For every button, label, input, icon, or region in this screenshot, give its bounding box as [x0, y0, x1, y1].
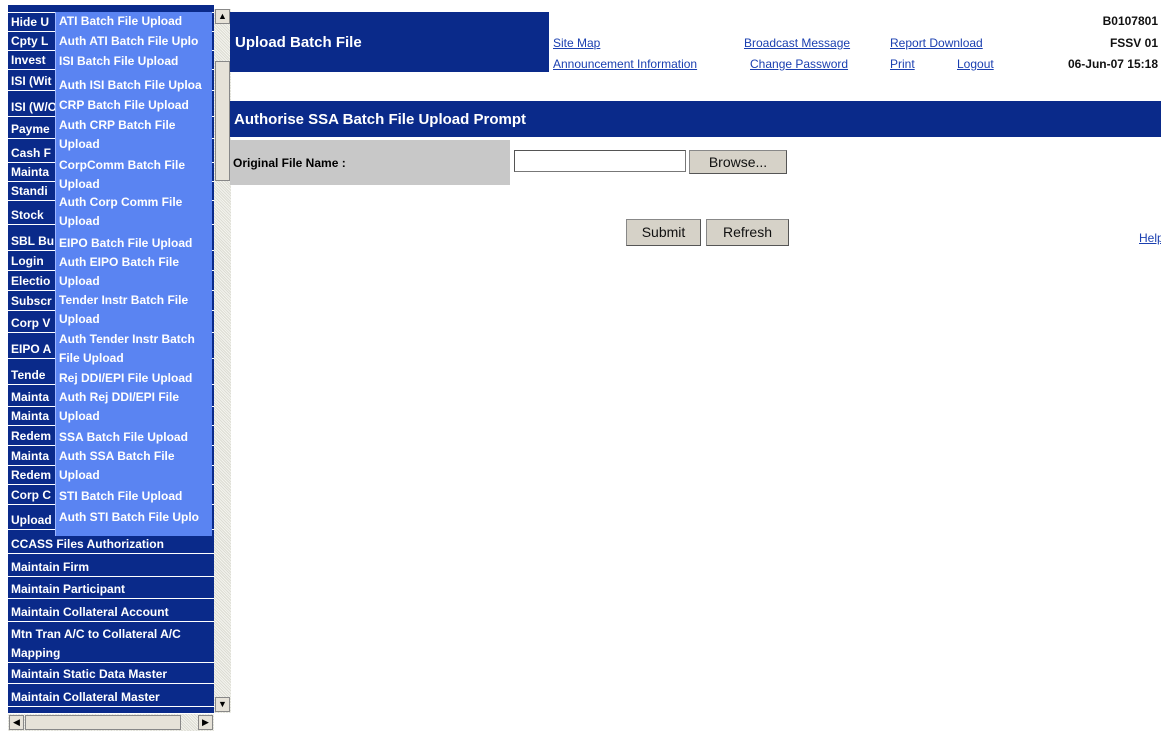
submenu-item-auth-ssa-batch-file-upload[interactable]: Auth SSA Batch File Upload — [59, 447, 212, 485]
submit-button[interactable]: Submit — [626, 219, 701, 246]
menu-item-maintain-collateral-account[interactable]: Maintain Collateral Account — [8, 603, 214, 622]
submenu-item-sti-batch-file-upload[interactable]: STI Batch File Upload — [59, 487, 212, 506]
print-link[interactable]: Print — [890, 57, 915, 71]
submenu-item-auth-eipo-batch-file-upload[interactable]: Auth EIPO Batch File Upload — [59, 253, 212, 291]
scroll-right-arrow-icon[interactable]: ▶ — [198, 715, 213, 730]
submenu-item-auth-tender-instr-batch-file-upload[interactable]: Auth Tender Instr Batch File Upload — [59, 330, 212, 368]
logout-link[interactable]: Logout — [957, 57, 994, 71]
menu-item-ccass-files-authorization[interactable]: CCASS Files Authorization — [8, 535, 214, 554]
left-navigation-frame: Hide U Cpty L Invest ISI (Wit ISI (W/O P… — [0, 0, 231, 733]
horizontal-scroll-thumb[interactable] — [25, 715, 181, 730]
date-time: 06-Jun-07 15:18 — [1067, 57, 1158, 71]
user-id: B0107801 — [1102, 14, 1158, 28]
section-banner: Authorise SSA Batch File Upload Prompt — [230, 101, 1161, 137]
file-name-label: Original File Name : — [233, 156, 346, 170]
submenu-item-corpcomm-batch-file-upload[interactable]: CorpComm Batch File Upload — [59, 156, 212, 194]
site-map-link[interactable]: Site Map — [553, 36, 600, 50]
menu-item-maintain-static-data-master[interactable]: Maintain Static Data Master — [8, 665, 214, 684]
menu-item-maintain-firm[interactable]: Maintain Firm — [8, 558, 214, 577]
scroll-up-arrow-icon[interactable]: ▲ — [215, 9, 230, 24]
vertical-scroll-thumb[interactable] — [215, 61, 230, 181]
submenu-item-ssa-batch-file-upload[interactable]: SSA Batch File Upload — [59, 428, 212, 447]
submenu-item-auth-corp-comm-file-upload[interactable]: Auth Corp Comm File Upload — [59, 193, 212, 231]
scroll-down-arrow-icon[interactable]: ▼ — [215, 697, 230, 712]
vertical-scrollbar[interactable]: ▲ ▼ — [214, 9, 231, 713]
scroll-left-arrow-icon[interactable]: ◀ — [9, 715, 24, 730]
submenu-item-ati-batch-file-upload[interactable]: ATI Batch File Upload — [59, 12, 212, 31]
header-title-box: Upload Batch File — [230, 12, 549, 72]
submenu-item-auth-ati-batch-file-upload[interactable]: Auth ATI Batch File Uplo — [59, 32, 212, 51]
submenu-item-rej-ddi-epi-file-upload[interactable]: Rej DDI/EPI File Upload — [59, 369, 212, 388]
horizontal-scrollbar[interactable]: ◀ ▶ — [8, 714, 214, 731]
submenu-item-auth-isi-batch-file-upload[interactable]: Auth ISI Batch File Uploa — [59, 76, 212, 95]
page-title: Upload Batch File — [235, 34, 362, 51]
upload-submenu: ATI Batch File Upload Auth ATI Batch Fil… — [55, 12, 212, 536]
help-link[interactable]: Help — [1139, 231, 1161, 245]
submenu-item-auth-rej-ddi-epi-file-upload[interactable]: Auth Rej DDI/EPI File Upload — [59, 388, 212, 426]
server-id: FSSV 01 — [1109, 36, 1158, 50]
menu-item-maintain-participant[interactable]: Maintain Participant — [8, 580, 214, 599]
file-name-input[interactable] — [514, 150, 686, 172]
submenu-item-auth-crp-batch-file-upload[interactable]: Auth CRP Batch File Upload — [59, 116, 212, 154]
file-name-label-cell: Original File Name : — [230, 140, 510, 185]
menu-item-maintain-collateral-master[interactable]: Maintain Collateral Master — [8, 688, 214, 707]
submenu-item-tender-instr-batch-file-upload[interactable]: Tender Instr Batch File Upload — [59, 291, 212, 329]
section-heading: Authorise SSA Batch File Upload Prompt — [234, 111, 526, 128]
browse-button[interactable]: Browse... — [689, 150, 787, 174]
submenu-item-isi-batch-file-upload[interactable]: ISI Batch File Upload — [59, 52, 212, 71]
submenu-item-crp-batch-file-upload[interactable]: CRP Batch File Upload — [59, 96, 212, 115]
report-download-link[interactable]: Report Download — [890, 36, 983, 50]
refresh-button[interactable]: Refresh — [706, 219, 789, 246]
submenu-item-auth-sti-batch-file-upload[interactable]: Auth STI Batch File Uplo — [59, 508, 212, 527]
menu-item-mtn-tran-ac-mapping[interactable]: Mtn Tran A/C to Collateral A/C Mapping — [8, 625, 214, 663]
submenu-item-eipo-batch-file-upload[interactable]: EIPO Batch File Upload — [59, 234, 212, 253]
broadcast-message-link[interactable]: Broadcast Message — [744, 36, 850, 50]
announcement-information-link[interactable]: Announcement Information — [553, 57, 697, 71]
change-password-link[interactable]: Change Password — [750, 57, 848, 71]
